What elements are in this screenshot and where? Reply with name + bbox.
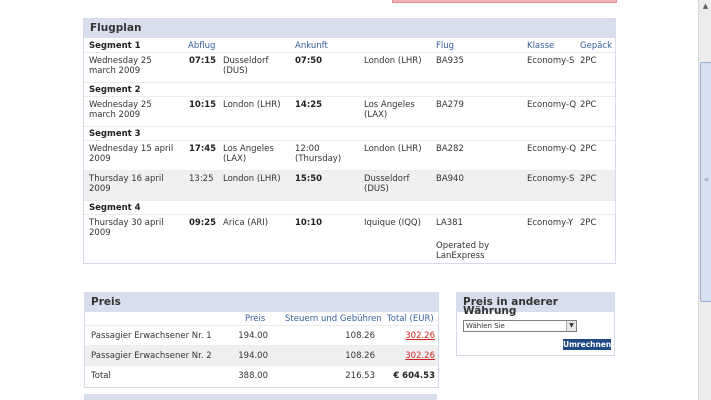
flightplan-title: Flugplan — [84, 19, 615, 38]
row-class: Economy-Q — [527, 100, 577, 110]
grand-total-value: € 604.53 — [393, 371, 435, 381]
row-dep-place: Los Angeles (LAX) — [223, 144, 274, 164]
currency-panel: Preis in anderer Währung Wählen Sie ▼ Um… — [456, 292, 615, 356]
price-value: 194.00 — [238, 331, 268, 341]
row-arr-place: Los Angeles (LAX) — [364, 100, 415, 120]
flightplan-panel: Flugplan Segment 1 Abflug Ankunft Flug K… — [83, 18, 616, 264]
row-arr-time: 15:50 — [295, 174, 323, 184]
col-flight: Flug — [436, 41, 455, 51]
price-column-header: Preis Steuern und Gebühren Total (EUR) — [85, 312, 438, 326]
row-dep-place: London (LHR) — [223, 100, 281, 110]
grip-icon: ≡ — [704, 176, 710, 183]
row-arr-place: London (LHR) — [364, 56, 422, 66]
table-row: Thursday 16 april 2009 13:25 London (LHR… — [84, 171, 615, 201]
price-value: 194.00 — [238, 351, 268, 361]
row-class: Economy-S — [527, 174, 575, 184]
segment-1-label: Segment 1 — [89, 41, 141, 51]
price-panel: Preis Preis Steuern und Gebühren Total (… — [84, 292, 439, 388]
row-dep-place: Dusseldorf (DUS) — [223, 56, 269, 76]
row-dep-place: Arica (ARI) — [223, 218, 269, 228]
row-flight: LA381 — [436, 218, 463, 228]
segment-header: Segment 4 — [84, 201, 615, 215]
segment-header: Segment 2 — [84, 83, 615, 97]
table-row: Wednesday 25 march 2009 07:15 Dusseldorf… — [84, 53, 615, 83]
row-dep-place: London (LHR) — [223, 174, 281, 184]
row-dep-time: 13:25 — [189, 174, 214, 184]
row-baggage: 2PC — [580, 218, 597, 228]
col-arrival: Ankunft — [295, 41, 328, 51]
row-baggage: 2PC — [580, 144, 597, 154]
row-date: Wednesday 25 march 2009 — [89, 56, 152, 76]
row-date: Wednesday 15 april 2009 — [89, 144, 174, 164]
table-row: Wednesday 15 april 2009 17:45 Los Angele… — [84, 141, 615, 171]
row-date: Thursday 16 april 2009 — [89, 174, 164, 194]
alert-strip — [392, 0, 617, 3]
row-dep-time: 17:45 — [189, 144, 217, 154]
row-date: Thursday 30 april 2009 — [89, 218, 164, 238]
price-row: Passagier Erwachsener Nr. 2 194.00 108.2… — [85, 346, 438, 366]
passenger-label: Passagier Erwachsener Nr. 2 — [91, 351, 212, 361]
segment-label: Segment 2 — [89, 85, 141, 95]
row-flight: BA279 — [436, 100, 464, 110]
taxes-value: 108.26 — [345, 351, 375, 361]
row-arr-place: Dusseldorf (DUS) — [364, 174, 410, 194]
vertical-scrollbar[interactable]: ▲ ≡ — [698, 0, 711, 400]
row-arr-time: 10:10 — [295, 218, 323, 228]
row-dep-time: 10:15 — [189, 100, 217, 110]
table-row: Thursday 30 april 2009 09:25 Arica (ARI)… — [84, 215, 615, 265]
segment-header: Segment 3 — [84, 127, 615, 141]
price-total-value: 388.00 — [238, 371, 268, 381]
passenger-label: Passagier Erwachsener Nr. 1 — [91, 331, 212, 341]
col-taxes: Steuern und Gebühren — [285, 314, 382, 324]
row-operated-by: Operated by LanExpress — [436, 241, 490, 261]
taxes-total-value: 216.53 — [345, 371, 375, 381]
currency-select[interactable]: Wählen Sie ▼ — [463, 320, 577, 332]
flightplan-column-header: Segment 1 Abflug Ankunft Flug Klasse Gep… — [84, 38, 615, 53]
row-arr-time: 14:25 — [295, 100, 323, 110]
price-title: Preis — [85, 293, 438, 312]
row-flight: BA935 — [436, 56, 464, 66]
next-panel-header — [84, 394, 437, 400]
table-row: Wednesday 25 march 2009 10:15 London (LH… — [84, 97, 615, 127]
col-class: Klasse — [527, 41, 555, 51]
col-departure: Abflug — [188, 41, 216, 51]
convert-button[interactable]: Umrechnen — [563, 339, 611, 350]
row-flight: BA940 — [436, 174, 464, 184]
row-baggage: 2PC — [580, 174, 597, 184]
col-baggage: Gepäck — [580, 41, 613, 51]
row-dep-time: 09:25 — [189, 218, 217, 228]
total-link[interactable]: 302.26 — [385, 331, 435, 341]
row-class: Economy-S — [527, 56, 575, 66]
row-arr-place: Iquique (IQQ) — [364, 218, 421, 228]
total-label: Total — [91, 371, 111, 381]
row-flight: BA282 — [436, 144, 464, 154]
currency-select-value: Wählen Sie — [466, 322, 505, 330]
row-arr-time: 12:00 (Thursday) — [295, 144, 342, 164]
row-class: Economy-Q — [527, 144, 577, 154]
row-arr-time: 07:50 — [295, 56, 323, 66]
taxes-value: 108.26 — [345, 331, 375, 341]
chevron-down-icon: ▼ — [566, 321, 576, 331]
scroll-up-icon[interactable]: ▲ — [700, 0, 711, 12]
col-total: Total (EUR) — [387, 314, 434, 324]
scrollbar-thumb[interactable]: ≡ — [700, 62, 711, 302]
segment-label: Segment 4 — [89, 203, 141, 213]
row-baggage: 2PC — [580, 100, 597, 110]
row-baggage: 2PC — [580, 56, 597, 66]
price-row: Passagier Erwachsener Nr. 1 194.00 108.2… — [85, 326, 438, 346]
row-dep-time: 07:15 — [189, 56, 217, 66]
row-class: Economy-Y — [527, 218, 574, 228]
row-arr-place: London (LHR) — [364, 144, 422, 154]
currency-title: Preis in anderer Währung — [457, 293, 614, 316]
col-price: Preis — [245, 314, 266, 324]
row-date: Wednesday 25 march 2009 — [89, 100, 152, 120]
price-total-row: Total 388.00 216.53 € 604.53 — [85, 366, 438, 385]
segment-label: Segment 3 — [89, 129, 141, 139]
total-link[interactable]: 302.26 — [385, 351, 435, 361]
